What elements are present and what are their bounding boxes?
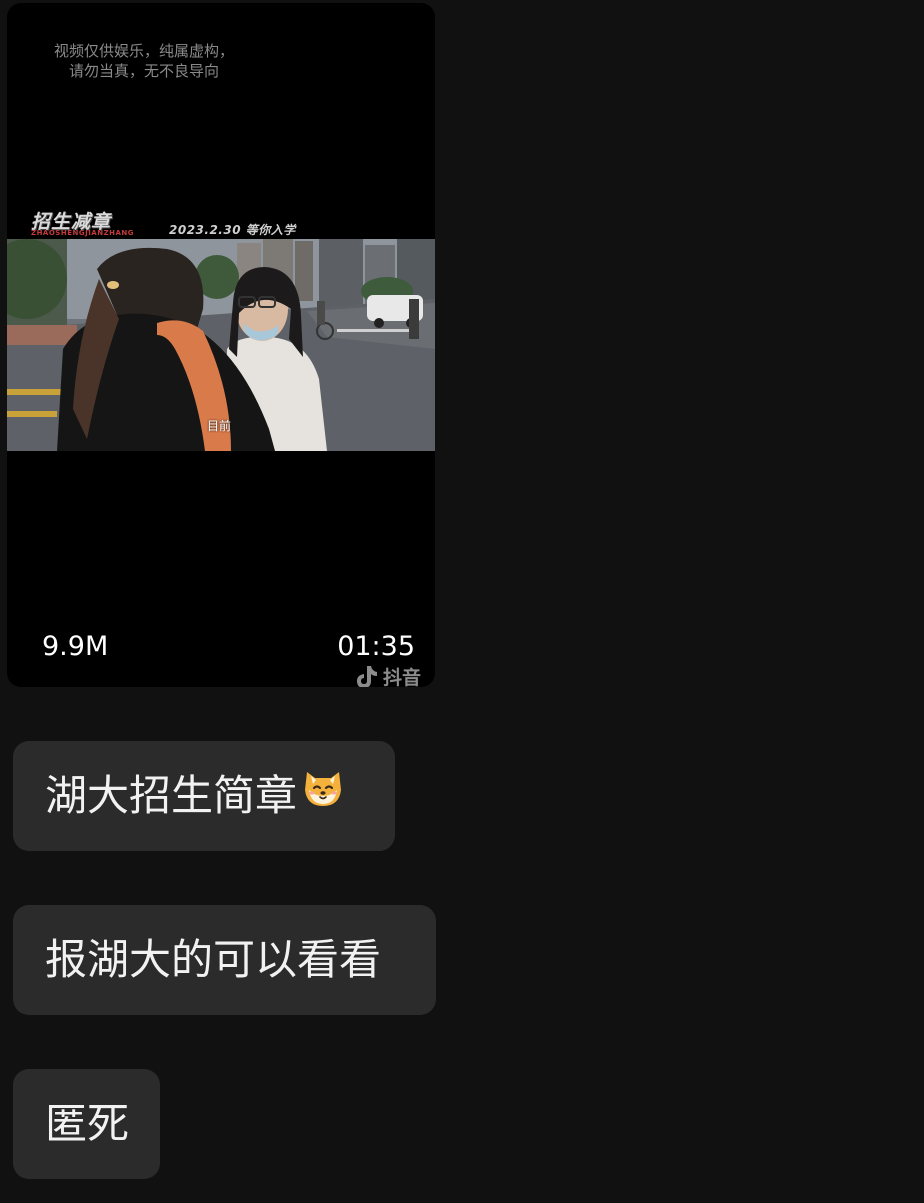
platform-name: 抖音 bbox=[382, 667, 421, 687]
chat-screen: 视频仅供娱乐，纯属虚构， 请勿当真，无不良导向 招生减章 ZHAOSHENGJI… bbox=[0, 0, 924, 1203]
video-duration: 01:35 bbox=[337, 631, 415, 662]
message-text: 湖大招生简章 bbox=[45, 771, 298, 820]
video-brand-subtitle: ZHAOSHENGJIANZHANG bbox=[31, 229, 135, 237]
video-brand-date: 2023.2.30 等你入学 bbox=[169, 223, 296, 237]
message-bubble[interactable]: 匿死 bbox=[13, 1069, 160, 1179]
video-disclaimer: 视频仅供娱乐，纯属虚构， 请勿当真，无不良导向 bbox=[7, 41, 281, 81]
douyin-logo-icon bbox=[356, 665, 377, 687]
video-message-card[interactable]: 视频仅供娱乐，纯属虚构， 请勿当真，无不良导向 招生减章 ZHAOSHENGJI… bbox=[7, 3, 435, 687]
disclaimer-line-2: 请勿当真，无不良导向 bbox=[68, 62, 219, 80]
disclaimer-line-1: 视频仅供娱乐，纯属虚构， bbox=[53, 42, 234, 60]
video-thumbnail: 目前 bbox=[7, 239, 435, 451]
message-bubble[interactable]: 报湖大的可以看看 bbox=[13, 905, 436, 1015]
message-text: 匿死 bbox=[45, 1099, 130, 1148]
message-bubble[interactable]: 湖大招生简章 bbox=[13, 741, 395, 851]
message-text: 报湖大的可以看看 bbox=[45, 935, 382, 984]
platform-watermark: 抖音 bbox=[353, 663, 421, 687]
video-file-size: 9.9M bbox=[42, 631, 109, 662]
shiba-dog-emoji-icon bbox=[299, 741, 347, 851]
video-subtitle: 目前 bbox=[207, 419, 232, 433]
